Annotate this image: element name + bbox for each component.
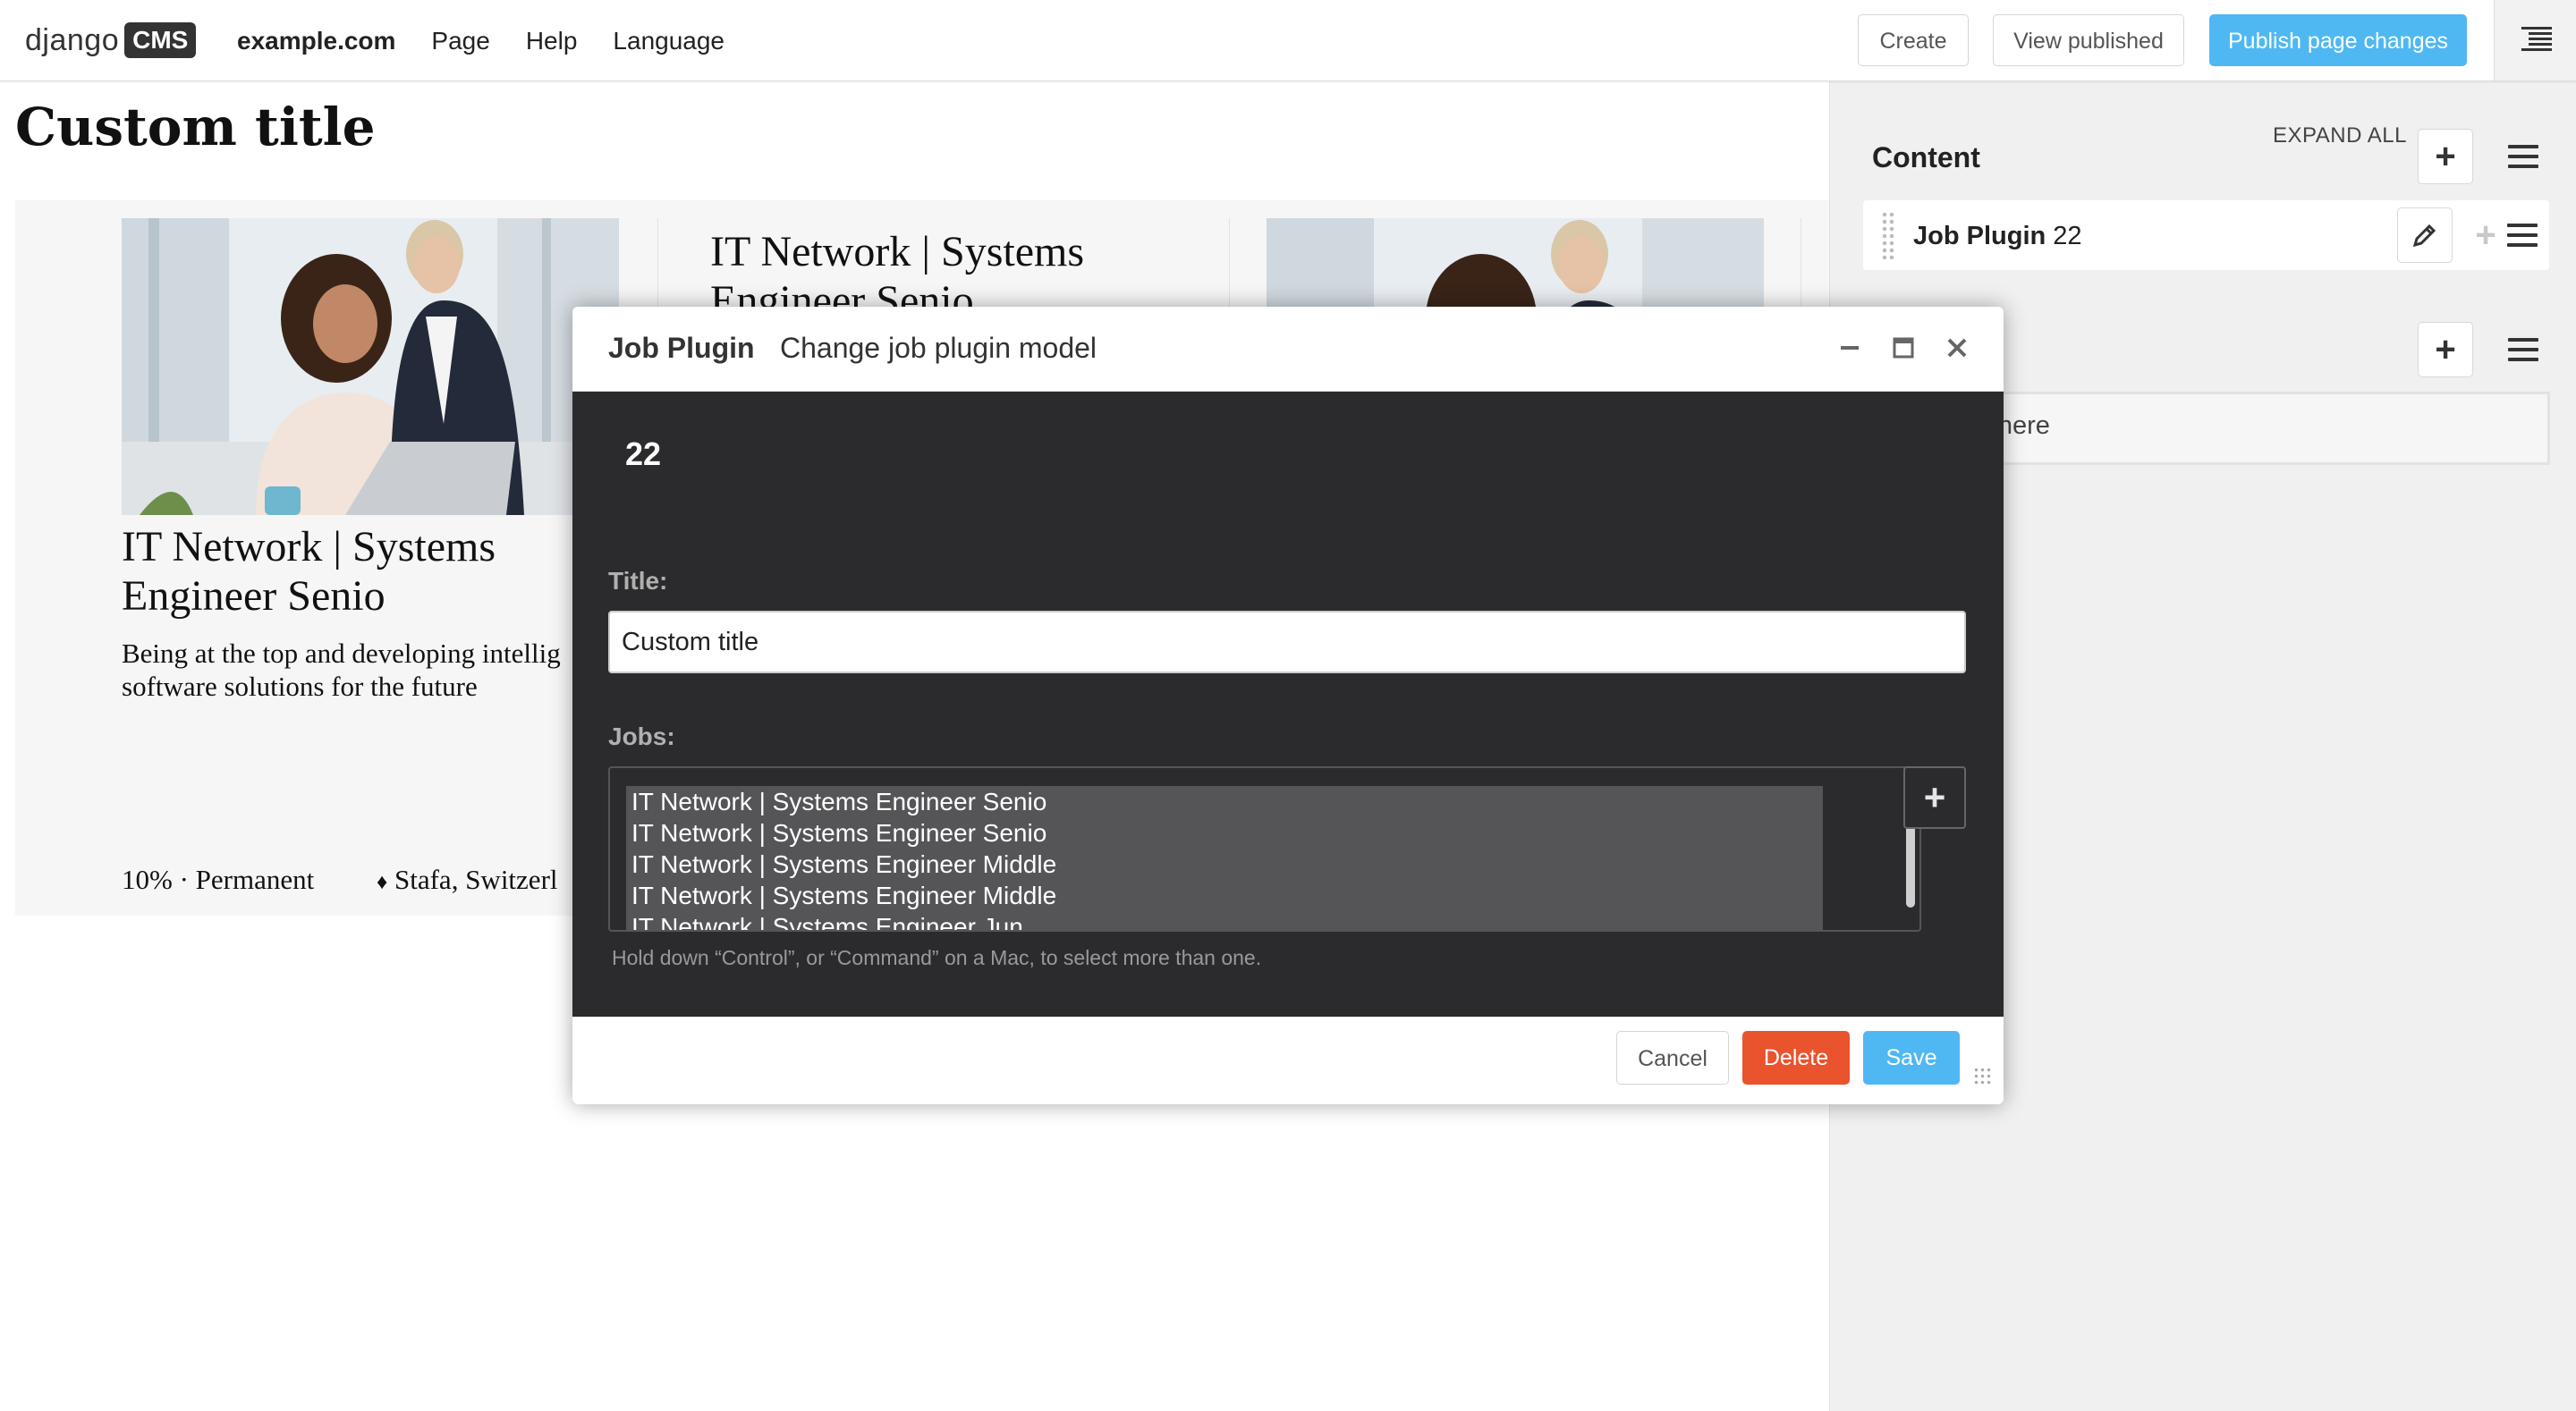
job-card[interactable]: IT Network | Systems Engineer Senio Bein… (15, 200, 641, 916)
multiselect-help-text: Hold down “Control”, or “Command” on a M… (612, 946, 1262, 969)
drag-handle-icon[interactable] (1881, 211, 1895, 259)
view-published-button[interactable]: View published (1993, 14, 2184, 66)
add-plugin-button[interactable]: + (2418, 129, 2473, 184)
plugin-label: Job Plugin 22 (1913, 222, 2082, 251)
minimize-icon[interactable] (1834, 332, 1866, 364)
menu-page[interactable]: Page (431, 25, 489, 57)
cancel-button[interactable]: Cancel (1616, 1031, 1729, 1085)
job-card-title[interactable]: IT Network | Systems Engineer Senio (122, 522, 623, 621)
title-label: Title: (608, 567, 668, 595)
plugin-edit-modal: Job Plugin Change job plugin model 22 Ti… (572, 307, 2004, 1104)
add-child-plugin-button[interactable]: + (2458, 207, 2513, 263)
cms-toolbar: django CMS example.com Page Help Languag… (0, 0, 2576, 81)
modal-body: 22 Title: Jobs: IT Network | Systems Eng… (572, 391, 2004, 1017)
modal-header[interactable]: Job Plugin Change job plugin model (572, 307, 2004, 392)
object-id: 22 (625, 435, 662, 472)
toolbar-menu: example.com Page Help Language (237, 25, 760, 57)
plugin-id: 22 (2053, 222, 2082, 250)
plus-icon: + (2475, 215, 2496, 255)
job-card-description: Being at the top and developing intellig… (122, 637, 640, 703)
jobs-option[interactable]: IT Network | Systems Engineer Jun (626, 911, 1823, 930)
edit-plugin-button[interactable] (2397, 207, 2453, 263)
maximize-icon[interactable] (1887, 332, 1919, 364)
logo-text: django (25, 22, 120, 57)
django-cms-logo[interactable]: django CMS (25, 21, 197, 59)
create-button[interactable]: Create (1858, 14, 1969, 66)
jobs-options: IT Network | Systems Engineer Senio IT N… (626, 786, 1823, 930)
page-title: Custom title (15, 97, 376, 157)
plus-icon: + (2435, 329, 2456, 369)
menu-site[interactable]: example.com (237, 25, 395, 57)
job-card-location: ♦ Stafa, Switzerl (377, 864, 558, 896)
job-card-image (122, 218, 619, 515)
job-card-workload: 10% · Permanent (122, 864, 315, 895)
plus-icon: + (1923, 776, 1946, 818)
jobs-label: Jobs: (608, 722, 675, 750)
menu-language[interactable]: Language (613, 25, 724, 57)
title-input[interactable] (608, 611, 1966, 673)
modal-footer: Cancel Delete Save (572, 1017, 2004, 1104)
pencil-icon (2412, 224, 2436, 248)
resize-grip-icon[interactable] (1973, 1067, 1993, 1086)
diamond-icon: ♦ (377, 871, 388, 894)
structure-toggle[interactable] (2494, 0, 2576, 80)
plugin-menu-icon[interactable] (2507, 224, 2538, 249)
plugin-type: Job Plugin (1913, 222, 2046, 250)
jobs-option[interactable]: IT Network | Systems Engineer Middle (626, 880, 1823, 911)
modal-title: Change job plugin model (780, 332, 1097, 364)
plugin-item[interactable]: Job Plugin 22 + (1863, 200, 2549, 270)
logo-badge: CMS (124, 22, 197, 58)
expand-all-link[interactable]: EXPAND ALL (2273, 123, 2407, 148)
save-button[interactable]: Save (1863, 1031, 1960, 1085)
modal-plugin-type: Job Plugin (608, 332, 755, 364)
placeholder-menu-icon[interactable] (2508, 338, 2538, 363)
jobs-option[interactable]: IT Network | Systems Engineer Senio (626, 817, 1823, 849)
placeholder-menu-icon[interactable] (2508, 145, 2538, 170)
delete-button[interactable]: Delete (1742, 1031, 1850, 1085)
add-plugin-button[interactable]: + (2418, 322, 2473, 377)
jobs-option[interactable]: IT Network | Systems Engineer Middle (626, 849, 1823, 880)
placeholder-heading: Content (1872, 141, 1980, 173)
job-card-description-text: Being at the top and developing intellig… (122, 638, 561, 702)
publish-page-button[interactable]: Publish page changes (2209, 14, 2467, 66)
jobs-multiselect[interactable]: IT Network | Systems Engineer Senio IT N… (608, 766, 1921, 932)
jobs-option[interactable]: IT Network | Systems Engineer Senio (626, 786, 1823, 817)
menu-help[interactable]: Help (526, 25, 578, 57)
add-job-button[interactable]: + (1903, 766, 1966, 829)
job-card-location-text: Stafa, Switzerl (394, 864, 558, 895)
plus-icon: + (2435, 136, 2456, 176)
structure-icon (2521, 27, 2552, 51)
close-icon[interactable] (1941, 332, 1973, 364)
